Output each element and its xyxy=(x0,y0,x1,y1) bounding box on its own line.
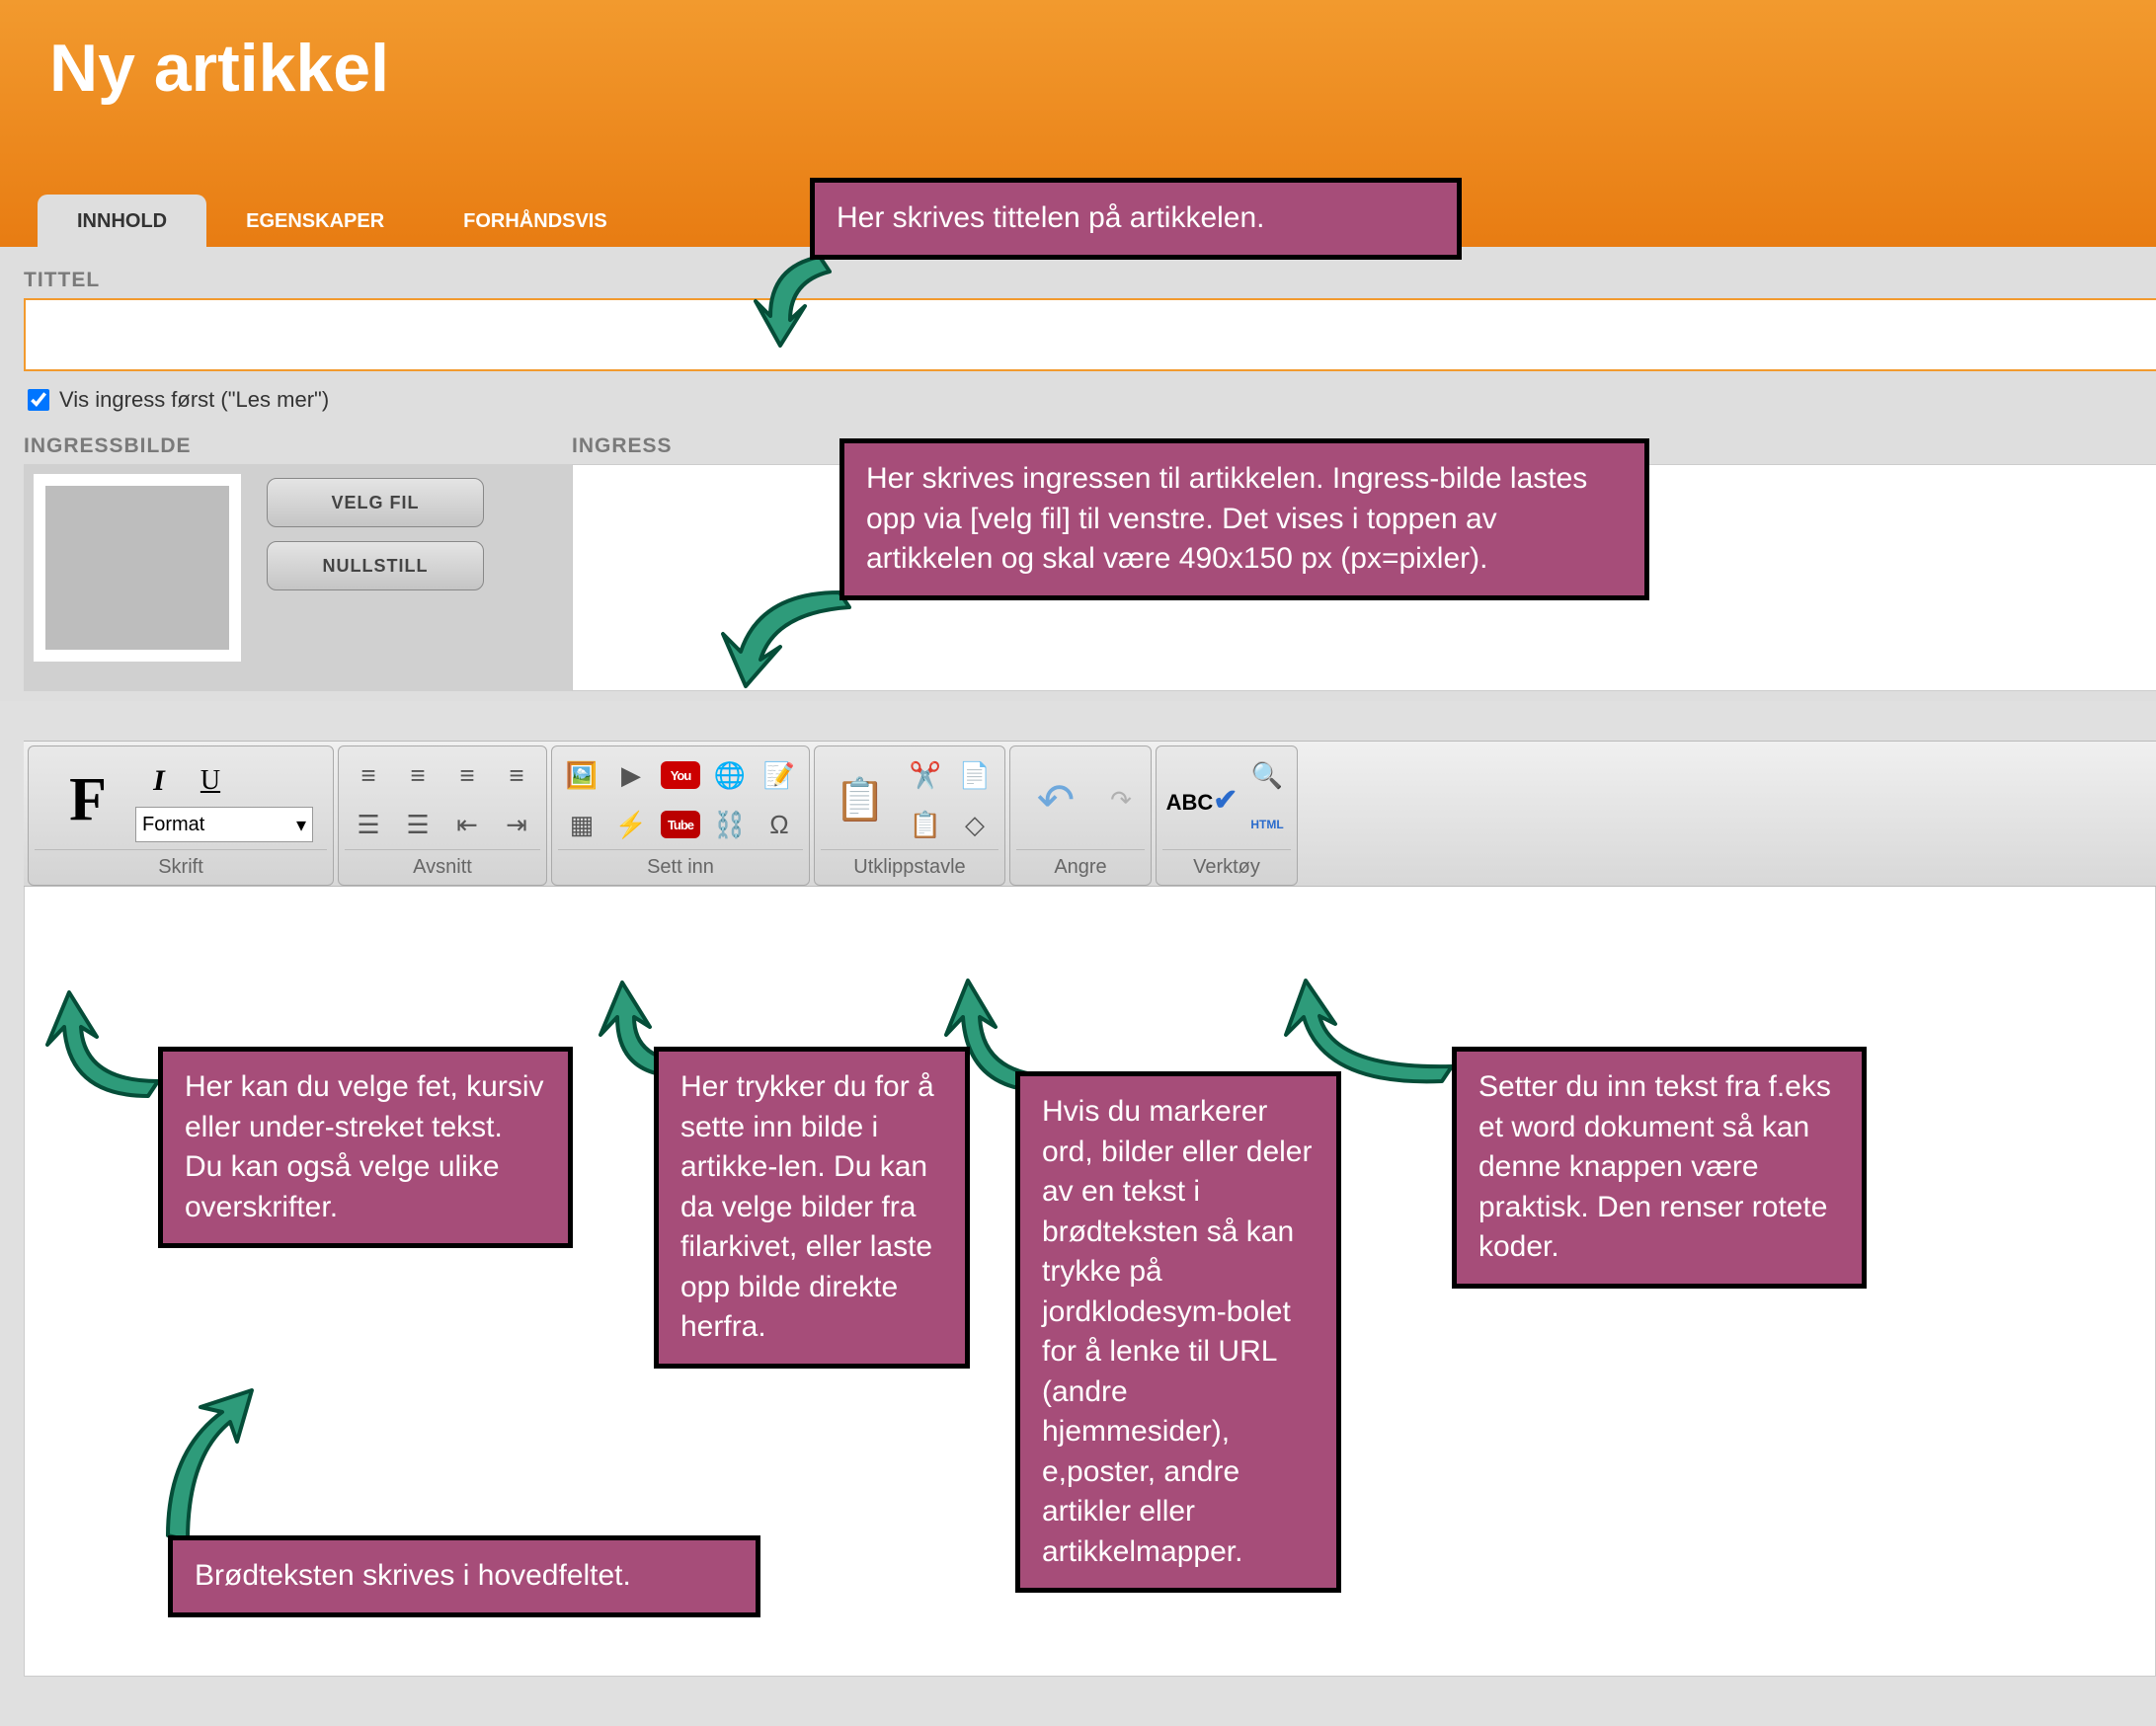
find-button[interactable]: 🔍 xyxy=(1243,751,1291,799)
callout-paste: Setter du inn tekst fra f.eks et word do… xyxy=(1452,1047,1867,1289)
nullstill-button[interactable]: NULLSTILL xyxy=(267,541,484,590)
toolbar-group-avsnitt-label: Avsnitt xyxy=(345,849,540,883)
arrow-tittel xyxy=(751,247,849,360)
spellcheck-button[interactable]: ABC✔ xyxy=(1167,765,1237,834)
erase-format-button[interactable]: ◇ xyxy=(951,801,998,848)
insert-flash-button[interactable]: ⚡ xyxy=(607,801,655,848)
italic-button[interactable]: I xyxy=(135,757,183,805)
format-select[interactable]: Format ▾ xyxy=(135,807,313,842)
underline-button[interactable]: U xyxy=(187,757,234,805)
cut-button[interactable]: ✂️ xyxy=(902,751,949,799)
insert-image-button[interactable]: 🖼️ xyxy=(558,751,605,799)
paste-button[interactable]: 📋 xyxy=(821,752,900,847)
callout-skrift: Her kan du velge fet, kursiv eller under… xyxy=(158,1047,573,1248)
bullet-list-button[interactable]: ☰ xyxy=(394,801,441,848)
toolbar-group-skrift: F I U Format ▾ Skrift xyxy=(28,745,334,886)
align-center-button[interactable]: ≡ xyxy=(394,751,441,799)
toolbar-group-utklipp-label: Utklippstavle xyxy=(821,849,998,883)
editor-toolbar: F I U Format ▾ Skrift ≡ ≡ ≡ ≡ ☰ xyxy=(24,741,2156,887)
toolbar-group-verktoy: ABC✔ 🔍 HTML Verktøy xyxy=(1156,745,1298,886)
chevron-down-icon: ▾ xyxy=(296,813,306,837)
page-title: Ny artikkel xyxy=(49,30,2156,107)
arrow-brodtekst xyxy=(143,1382,262,1555)
insert-symbol-button[interactable]: Ω xyxy=(756,801,803,848)
callout-brodtekst: Brødteksten skrives i hovedfeltet. xyxy=(168,1535,760,1617)
toolbar-group-settinn-label: Sett inn xyxy=(558,849,803,883)
insert-anchor-button[interactable]: 📝 xyxy=(756,751,803,799)
arrow-ingress xyxy=(711,583,859,706)
copy-button[interactable]: 📄 xyxy=(951,751,998,799)
insert-youtube-button[interactable]: You xyxy=(657,751,704,799)
callout-tittel: Her skrives tittelen på artikkelen. xyxy=(810,178,1462,260)
align-left-button[interactable]: ≡ xyxy=(345,751,392,799)
insert-youtube2-button[interactable]: Tube xyxy=(657,801,704,848)
toolbar-group-settinn: 🖼️ ▶ You 🌐 📝 ▦ ⚡ Tube ⛓️ Ω Sett inn xyxy=(551,745,810,886)
format-select-label: Format xyxy=(142,814,204,836)
paste-text-button[interactable]: 📋 xyxy=(902,801,949,848)
velg-fil-button[interactable]: VELG FIL xyxy=(267,478,484,527)
toolbar-group-skrift-label: Skrift xyxy=(35,849,327,883)
toolbar-group-avsnitt: ≡ ≡ ≡ ≡ ☰ ☰ ⇤ ⇥ Avsnitt xyxy=(338,745,547,886)
callout-ingress: Her skrives ingressen til artikkelen. In… xyxy=(839,438,1649,600)
outdent-button[interactable]: ⇤ xyxy=(443,801,491,848)
toolbar-group-angre: ↶ ↷ Angre xyxy=(1009,745,1152,886)
callout-lenke: Hvis du markerer ord, bilder eller deler… xyxy=(1015,1071,1341,1593)
indent-button[interactable]: ⇥ xyxy=(493,801,540,848)
toolbar-group-angre-label: Angre xyxy=(1016,849,1145,883)
vis-ingress-label: Vis ingress først ("Les mer") xyxy=(59,387,329,413)
ingressbilde-thumbnail xyxy=(34,474,241,662)
callout-bilde: Her trykker du for å sette inn bilde i a… xyxy=(654,1047,970,1369)
bold-button[interactable]: F xyxy=(48,765,127,835)
tittel-input[interactable] xyxy=(24,298,2156,371)
tab-egenskaper[interactable]: EGENSKAPER xyxy=(206,195,424,247)
html-source-button[interactable]: HTML xyxy=(1243,801,1291,848)
insert-media-button[interactable]: ▶ xyxy=(607,751,655,799)
tabs: INNHOLD EGENSKAPER FORHÅNDSVIS xyxy=(38,195,647,247)
numbered-list-button[interactable]: ☰ xyxy=(345,801,392,848)
tittel-label: TITTEL xyxy=(24,269,2156,292)
align-right-button[interactable]: ≡ xyxy=(443,751,491,799)
tab-forhandsvis[interactable]: FORHÅNDSVIS xyxy=(424,195,647,247)
insert-table-button[interactable]: ▦ xyxy=(558,801,605,848)
unlink-button[interactable]: ⛓️ xyxy=(706,801,754,848)
align-justify-button[interactable]: ≡ xyxy=(493,751,540,799)
vis-ingress-checkbox[interactable] xyxy=(28,389,49,411)
insert-link-button[interactable]: 🌐 xyxy=(706,751,754,799)
redo-button[interactable]: ↷ xyxy=(1097,776,1145,824)
tab-innhold[interactable]: INNHOLD xyxy=(38,195,206,247)
arrow-skrift xyxy=(40,987,178,1121)
ingressbilde-label: INGRESSBILDE xyxy=(24,434,572,458)
undo-button[interactable]: ↶ xyxy=(1016,760,1095,839)
toolbar-group-verktoy-label: Verktøy xyxy=(1162,849,1291,883)
toolbar-group-utklipp: 📋 ✂️ 📄 📋 ◇ Utklippstavle xyxy=(814,745,1005,886)
